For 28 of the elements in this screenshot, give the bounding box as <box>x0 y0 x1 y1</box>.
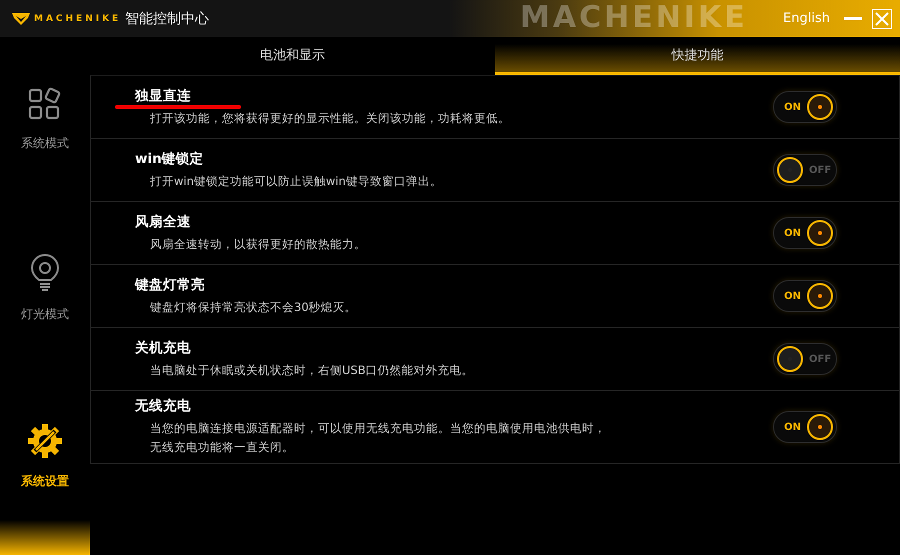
sidebar-item[interactable]: 系统模式 <box>21 87 69 152</box>
feature-title: 风扇全速 <box>135 212 191 230</box>
toggle-switch[interactable]: ON <box>773 217 837 249</box>
grid-icon <box>28 87 62 121</box>
feature-title: 关机充电 <box>135 338 191 356</box>
feature-title: 独显直连 <box>135 86 191 104</box>
gear-wrench-icon <box>27 423 63 459</box>
lightbulb-icon <box>30 254 60 292</box>
close-button[interactable] <box>872 8 892 28</box>
feature-description: 打开win键锁定功能可以防止误触win键导致窗口弹出。 <box>150 172 443 190</box>
tab[interactable]: 电池和显示 <box>90 37 495 75</box>
feature-description: 打开该功能，您将获得更好的显示性能。关闭该功能，功耗将更低。 <box>150 110 511 126</box>
feature-title: 键盘灯常亮 <box>135 276 205 294</box>
logo-text: MACHENIKE <box>34 14 122 24</box>
feature-description: 风扇全速转动，以获得更好的散热能力。 <box>150 236 367 252</box>
feature-title: win键锁定 <box>135 150 204 168</box>
logo-icon <box>12 12 30 26</box>
feature-description: 当电脑处于休眠或关机状态时，右侧USB口仍然能对外充电。 <box>150 362 475 378</box>
toggle-switch[interactable]: ON <box>773 91 837 123</box>
sidebar-item[interactable]: 灯光模式 <box>21 254 69 323</box>
app-title: 智能控制中心 <box>125 10 210 28</box>
sidebar-item[interactable]: 系统设置 <box>21 423 69 490</box>
toggle-switch[interactable]: ON <box>773 411 837 443</box>
feature-title: 无线充电 <box>135 397 191 415</box>
feature-description: 当您的电脑连接电源适配器时，可以使用无线充电功能。当您的电脑使用电池供电时，无线充电功能将一直关闭。 <box>150 420 607 456</box>
toggle-switch[interactable]: ON <box>773 280 837 312</box>
feature-description: 键盘灯将保持常亮状态不会30秒熄灭。 <box>150 298 358 316</box>
close-icon <box>875 12 889 26</box>
